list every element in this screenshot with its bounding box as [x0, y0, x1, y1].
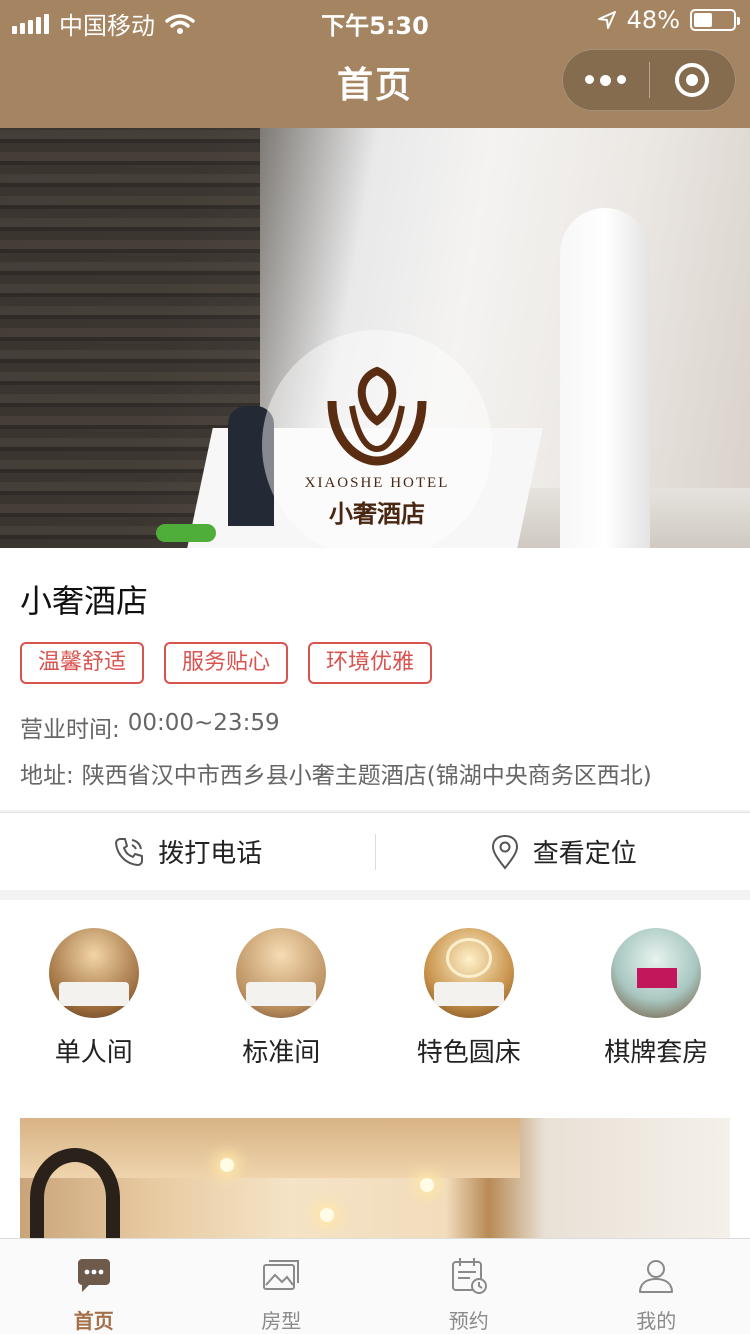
banner-chair: [156, 524, 216, 542]
business-hours: 营业时间: 00:00~23:59: [20, 710, 280, 744]
hotel-tag: 温馨舒适: [20, 642, 145, 684]
ceiling-light: [420, 1178, 434, 1192]
battery-icon: [690, 9, 740, 31]
tab-profile[interactable]: 我的: [563, 1239, 750, 1334]
tab-label: 我的: [636, 1309, 677, 1333]
location-pin-icon: [491, 834, 518, 870]
user-icon: [639, 1260, 674, 1293]
hotel-tags: 温馨舒适 服务贴心 环境优雅: [20, 642, 433, 684]
tab-room-types[interactable]: 房型: [188, 1239, 376, 1334]
view-location-button[interactable]: 查看定位: [376, 833, 750, 870]
hours-value: 00:00~23:59: [127, 710, 280, 736]
hotel-address: 地址: 陕西省汉中市西乡县小奢主题酒店(锦湖中央商务区西北): [20, 756, 652, 790]
room-photo[interactable]: [20, 1118, 730, 1248]
status-right: 48%: [597, 6, 740, 34]
room-photo-section: [0, 1098, 750, 1248]
hotel-logo-mark: [327, 366, 427, 466]
hotel-name: 小奢酒店: [20, 582, 149, 620]
status-bar: 中国移动 下午5:30 48%: [0, 0, 750, 40]
logo-chinese-name: 小奢酒店: [329, 499, 425, 528]
room-thumbnail: [48, 928, 139, 1018]
tab-booking[interactable]: 预约: [375, 1239, 563, 1334]
ceiling-light: [220, 1158, 234, 1172]
room-thumbnail: [423, 928, 514, 1018]
room-category-label: 棋牌套房: [604, 1038, 709, 1068]
tab-label: 预约: [448, 1309, 489, 1333]
tab-home[interactable]: 首页: [0, 1239, 188, 1334]
menu-capsule: [562, 49, 736, 111]
hotel-logo: XIAOSHE HOTEL 小奢酒店: [262, 330, 492, 548]
room-thumbnail: [611, 928, 702, 1018]
wall-art: [30, 1148, 120, 1248]
chat-bubble-icon: [77, 1259, 110, 1292]
room-categories: 单人间 标准间 特色圆床 棋牌套房: [0, 900, 750, 1098]
hotel-tag: 服务贴心: [164, 642, 289, 684]
ceiling-light: [320, 1208, 334, 1222]
room-category-chess-suite[interactable]: 棋牌套房: [563, 900, 750, 1098]
location-label: 查看定位: [532, 839, 637, 869]
battery-fill: [694, 13, 713, 27]
more-dots-icon[interactable]: [563, 74, 649, 86]
contact-actions: 拨打电话 查看定位: [0, 812, 750, 890]
room-category-label: 标准间: [242, 1038, 321, 1068]
address-value: 陕西省汉中市西乡县小奢主题酒店(锦湖中央商务区西北): [81, 763, 652, 789]
gallery-icon: [263, 1260, 300, 1290]
top-bar: 中国移动 下午5:30 48% 首页: [0, 0, 750, 128]
room-category-standard[interactable]: 标准间: [188, 900, 376, 1098]
hotel-info-card: 小奢酒店 温馨舒适 服务贴心 环境优雅 营业时间: 00:00~23:59 地址…: [0, 548, 750, 810]
capsule-home-icon[interactable]: [650, 63, 736, 97]
address-label: 地址:: [20, 763, 74, 789]
tab-label: 首页: [73, 1309, 114, 1333]
location-arrow-icon: [597, 11, 616, 29]
hotel-tag: 环境优雅: [308, 642, 433, 684]
call-label: 拨打电话: [158, 839, 263, 869]
hero-banner[interactable]: XIAOSHE HOTEL 小奢酒店: [0, 128, 750, 548]
battery-percent: 48%: [626, 6, 680, 34]
banner-column: [560, 208, 650, 548]
bottom-tab-bar: 首页 房型 预约 我的: [0, 1238, 750, 1334]
room-thumbnail: [236, 928, 327, 1018]
phone-icon: [115, 837, 144, 866]
tab-label: 房型: [261, 1309, 302, 1333]
call-button[interactable]: 拨打电话: [0, 833, 375, 870]
room-category-label: 特色圆床: [416, 1038, 521, 1068]
hours-label: 营业时间:: [20, 717, 120, 743]
room-category-single[interactable]: 单人间: [0, 900, 188, 1098]
room-category-label: 单人间: [54, 1038, 133, 1068]
logo-english-name: XIAOSHE HOTEL: [304, 475, 450, 491]
room-category-round-bed[interactable]: 特色圆床: [375, 900, 563, 1098]
calendar-icon: [451, 1258, 487, 1294]
